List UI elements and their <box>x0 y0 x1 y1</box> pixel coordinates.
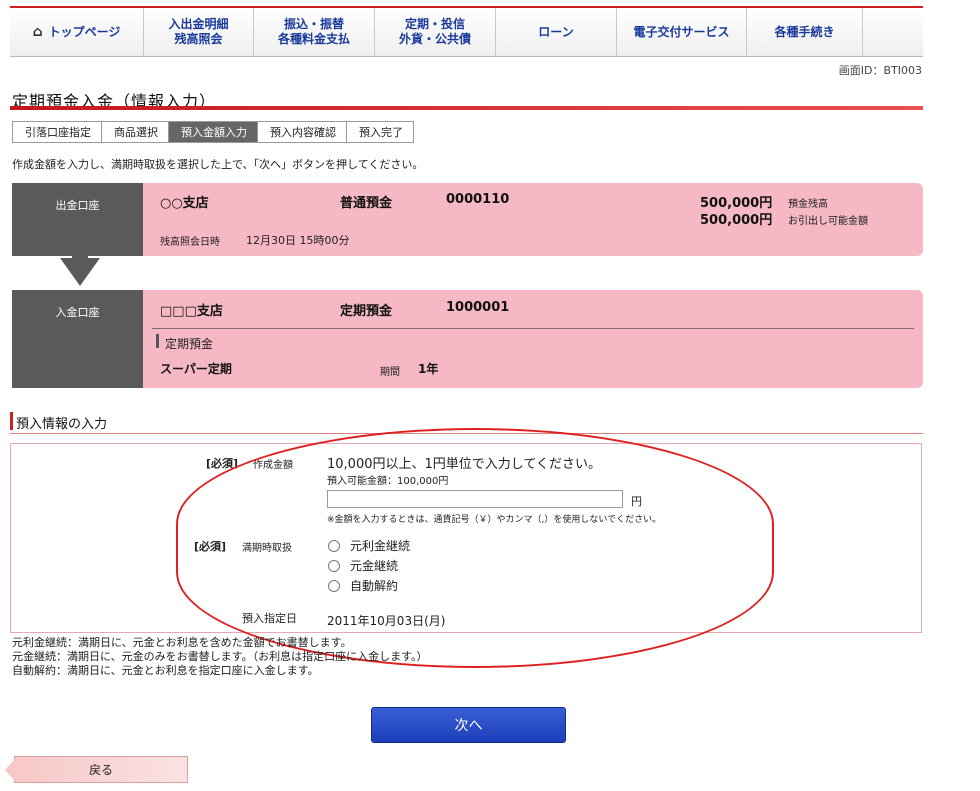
nav-item-empty <box>863 8 923 56</box>
amount-guide: 10,000円以上、1円単位で入力してください。 <box>327 457 601 472</box>
radio-label: 元金継続 <box>350 559 399 573</box>
nav-item-transfer[interactable]: 振込・振替 各種料金支払 <box>254 8 375 56</box>
nav-item-label: ローン <box>538 24 574 39</box>
amount-note: ※金額を入力するときは、通貨記号（￥）やカンマ（,）を使用しないでください。 <box>327 515 662 525</box>
radio-button-icon[interactable] <box>328 539 340 552</box>
note-line: 元金継続：満期日に、元金のみをお書替します。（お利息は指定口座に入金します。） <box>12 650 428 663</box>
date-label: 預入指定日 <box>242 612 297 625</box>
deposit-number: 1000001 <box>446 300 510 315</box>
title-underline <box>10 106 923 110</box>
required-tag: [必須] <box>206 457 239 470</box>
date-value: 2011年10月03日(月) <box>327 614 446 628</box>
withdrawal-available: 500,000円 <box>700 213 773 228</box>
amount-label: 作成金額 <box>253 460 293 471</box>
step-1: 引落口座指定 <box>13 122 102 142</box>
back-button-label: 戻る <box>88 763 113 777</box>
withdrawal-number: 0000110 <box>446 192 510 207</box>
step-5: 預入完了 <box>359 126 403 139</box>
amount-unit: 円 <box>631 495 642 508</box>
inquiry-label: 残高照会日時 <box>160 237 220 248</box>
nav-item-label: 振込・振替 各種料金支払 <box>277 17 350 46</box>
deposit-period-label: 期間 <box>380 367 400 378</box>
nav-item-label: 入出金明細 残高照会 <box>168 17 229 46</box>
section-bar <box>10 412 13 430</box>
global-nav: ⌂ トップページ 入出金明細 残高照会 振込・振替 各種料金支払 定期・投信 外… <box>10 8 923 57</box>
step-indicator: 引落口座指定 商品選択 預入金額入力 預入内容確認 預入完了 <box>12 121 414 143</box>
nav-item-label: 各種手続き <box>774 24 835 39</box>
radio-button-icon[interactable] <box>328 559 340 572</box>
nav-item-procedures[interactable]: 各種手続き <box>747 8 863 56</box>
radio-label: 元利金継続 <box>350 539 411 553</box>
nav-item-label: 定期・投信 外貨・公共債 <box>398 17 471 46</box>
nav-item-statement[interactable]: 入出金明細 残高照会 <box>144 8 254 56</box>
maturity-notes: 元利金継続：満期日に、元金とお利息を含めた金額でお書替します。 元金継続：満期日… <box>12 636 427 678</box>
radio-principal-only[interactable]: 元金継続 <box>328 557 398 574</box>
radio-button-icon[interactable] <box>328 579 340 592</box>
step-3-current: 預入金額入力 <box>169 122 258 142</box>
section-underline <box>10 433 923 434</box>
instruction-text: 作成金額を入力し、満期時取扱を選択した上で、「次へ」ボタンを押してください。 <box>12 158 424 171</box>
deposit-account-panel <box>143 290 923 388</box>
deposit-period: 1年 <box>418 362 439 376</box>
down-arrow-icon <box>60 258 100 286</box>
inquiry-time: 12月30日 15時00分 <box>246 234 350 247</box>
section-title: 預入情報の入力 <box>16 417 108 432</box>
deposit-type: 定期預金 <box>340 304 393 319</box>
next-button[interactable]: 次へ <box>371 707 566 743</box>
radio-label: 自動解約 <box>350 579 399 593</box>
deposit-separator <box>152 328 914 329</box>
required-tag: [必須] <box>194 540 227 553</box>
withdrawal-available-label: お引出し可能金額 <box>788 216 868 227</box>
withdrawal-balance-label: 預金残高 <box>788 199 828 210</box>
deposit-sub-heading: 定期預金 <box>165 337 214 351</box>
step-2: 商品選択 <box>102 122 169 142</box>
screen-id: 画面ID：BTI003 <box>838 64 922 77</box>
deposit-account-label: 入金口座 <box>12 290 143 388</box>
amount-input[interactable] <box>327 490 623 508</box>
nav-item-time-deposit[interactable]: 定期・投信 外貨・公共債 <box>375 8 496 56</box>
withdrawal-branch: ○○支店 <box>160 196 209 211</box>
note-line: 元利金継続：満期日に、元金とお利息を含めた金額でお書替します。 <box>12 636 352 649</box>
step-4: 預入内容確認 <box>258 122 347 142</box>
nav-item-e-delivery[interactable]: 電子交付サービス <box>617 8 747 56</box>
deposit-branch: □□□支店 <box>160 304 223 319</box>
radio-auto-cancel[interactable]: 自動解約 <box>328 577 398 594</box>
maturity-label: 満期時取扱 <box>242 543 292 554</box>
amount-available: 預入可能金額：100,000円 <box>327 476 449 487</box>
withdrawal-type: 普通預金 <box>340 196 393 211</box>
nav-item-label: トップページ <box>48 24 121 39</box>
withdrawal-account-label: 出金口座 <box>12 183 143 256</box>
radio-principal-interest[interactable]: 元利金継続 <box>328 537 410 554</box>
nav-item-top[interactable]: ⌂ トップページ <box>10 8 144 56</box>
deposit-product: スーパー定期 <box>160 362 232 376</box>
nav-item-label: 電子交付サービス <box>633 24 730 39</box>
back-button[interactable]: 戻る <box>5 756 188 783</box>
nav-item-loan[interactable]: ローン <box>496 8 617 56</box>
home-icon: ⌂ <box>32 23 43 40</box>
sub-heading-bar <box>156 334 159 348</box>
note-line: 自動解約：満期日に、元金とお利息を指定口座に入金します。 <box>12 664 319 677</box>
